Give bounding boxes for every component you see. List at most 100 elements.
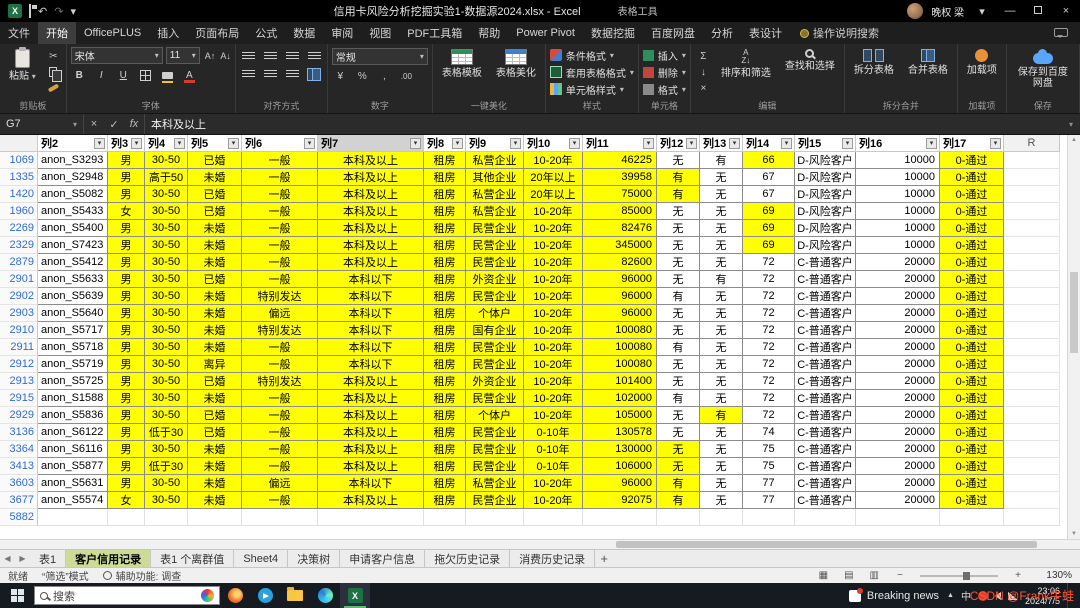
cell[interactable]: 租房 — [424, 322, 466, 339]
tray-expand-icon[interactable]: ▲ — [947, 592, 954, 599]
cell[interactable]: 345000 — [583, 237, 657, 254]
cell[interactable]: 特别发达 — [242, 288, 318, 305]
ribbon-tab-帮助[interactable]: 帮助 — [470, 22, 508, 44]
cell[interactable]: 0-10年 — [524, 458, 583, 475]
cell[interactable]: 30-50 — [145, 254, 188, 271]
underline-icon[interactable]: U — [115, 68, 132, 82]
cell[interactable]: anon_S5639 — [38, 288, 108, 305]
row-number[interactable]: 2269 — [0, 220, 38, 237]
cell[interactable] — [1004, 509, 1060, 526]
cell[interactable]: 本科及以上 — [318, 373, 424, 390]
cell[interactable]: D-风险客户 — [795, 152, 856, 169]
cell[interactable]: 一般 — [242, 169, 318, 186]
cell[interactable]: 20000 — [856, 305, 940, 322]
cell[interactable]: 一般 — [242, 390, 318, 407]
merge-center-icon[interactable] — [306, 67, 323, 81]
enter-icon[interactable]: ✓ — [104, 114, 124, 134]
cell[interactable]: C-普通客户 — [795, 322, 856, 339]
sheet-nav-left-icon[interactable]: ◀ — [0, 550, 15, 567]
cell[interactable]: 0-通过 — [940, 169, 1004, 186]
cell[interactable]: 低于30 — [145, 458, 188, 475]
cell[interactable]: 无 — [700, 237, 743, 254]
cell[interactable]: 10-20年 — [524, 220, 583, 237]
cell[interactable]: 0-通过 — [940, 424, 1004, 441]
cell[interactable]: 10000 — [856, 237, 940, 254]
cell[interactable]: 75 — [743, 441, 795, 458]
cell[interactable]: 无 — [700, 424, 743, 441]
cell[interactable] — [940, 509, 1004, 526]
cell[interactable]: 106000 — [583, 458, 657, 475]
cell[interactable]: 无 — [700, 373, 743, 390]
cell[interactable]: 民营企业 — [466, 424, 524, 441]
cell[interactable]: 有 — [657, 339, 700, 356]
cell[interactable]: 未婚 — [188, 390, 242, 407]
ribbon-tab-开始[interactable]: 开始 — [38, 22, 76, 44]
cell[interactable]: 男 — [108, 152, 145, 169]
split-table-button[interactable]: 拆分表格 — [849, 47, 899, 78]
cell[interactable] — [1004, 458, 1060, 475]
cell[interactable]: 20000 — [856, 475, 940, 492]
cell[interactable]: 72 — [743, 271, 795, 288]
column-header-列9[interactable]: 列9▾ — [466, 135, 524, 152]
cell[interactable]: 30-50 — [145, 441, 188, 458]
cell[interactable]: 无 — [700, 322, 743, 339]
cell[interactable] — [1004, 288, 1060, 305]
cell[interactable]: 其他企业 — [466, 169, 524, 186]
cell[interactable]: 本科及以上 — [318, 441, 424, 458]
sheet-tab-申请客户信息[interactable]: 申请客户信息 — [340, 550, 425, 567]
cell[interactable]: 72 — [743, 254, 795, 271]
cell[interactable]: 租房 — [424, 254, 466, 271]
ribbon-tab-数据挖掘[interactable]: 数据挖掘 — [583, 22, 643, 44]
cell[interactable]: 民营企业 — [466, 492, 524, 509]
cell[interactable]: anon_S5836 — [38, 407, 108, 424]
cell[interactable]: 74 — [743, 424, 795, 441]
cell[interactable]: C-普通客户 — [795, 288, 856, 305]
row-number[interactable]: 3603 — [0, 475, 38, 492]
filter-icon[interactable]: ▾ — [131, 138, 142, 149]
column-header-列12[interactable]: 列12▾ — [657, 135, 700, 152]
cell[interactable]: 男 — [108, 237, 145, 254]
cell[interactable]: 无 — [657, 441, 700, 458]
row-number[interactable]: 2879 — [0, 254, 38, 271]
cell[interactable] — [145, 509, 188, 526]
cell[interactable]: 无 — [657, 373, 700, 390]
cell[interactable]: 69 — [743, 237, 795, 254]
cell[interactable]: 无 — [657, 458, 700, 475]
ribbon-tab-表设计[interactable]: 表设计 — [741, 22, 790, 44]
cell[interactable]: anon_S5717 — [38, 322, 108, 339]
cell[interactable]: 10-20年 — [524, 407, 583, 424]
ribbon-tab-Power Pivot[interactable]: Power Pivot — [508, 22, 583, 44]
cell[interactable]: C-普通客户 — [795, 458, 856, 475]
cell[interactable]: 67 — [743, 169, 795, 186]
formula-input[interactable]: 本科及以上 — [144, 114, 1062, 134]
row-number[interactable]: 1335 — [0, 169, 38, 186]
cell[interactable]: 未婚 — [188, 492, 242, 509]
cell[interactable]: 0-通过 — [940, 356, 1004, 373]
cell[interactable] — [318, 509, 424, 526]
cell[interactable]: 男 — [108, 424, 145, 441]
cell[interactable]: 30-50 — [145, 271, 188, 288]
column-header-列13[interactable]: 列13▾ — [700, 135, 743, 152]
user-name[interactable]: 晚权 梁 — [931, 4, 964, 19]
cell[interactable]: 无 — [700, 441, 743, 458]
cell[interactable]: D-风险客户 — [795, 186, 856, 203]
sheet-tab-客户信用记录[interactable]: 客户信用记录 — [66, 550, 151, 567]
cell[interactable]: 无 — [657, 271, 700, 288]
ribbon-tab-数据[interactable]: 数据 — [285, 22, 323, 44]
cell[interactable]: 72 — [743, 407, 795, 424]
row-number[interactable]: 3364 — [0, 441, 38, 458]
sheet-tab-Sheet4[interactable]: Sheet4 — [234, 550, 288, 567]
cell[interactable]: 男 — [108, 339, 145, 356]
cell[interactable]: 民营企业 — [466, 458, 524, 475]
cell[interactable]: 0-通过 — [940, 203, 1004, 220]
column-header-R[interactable]: R — [1004, 135, 1060, 152]
cell[interactable]: C-普通客户 — [795, 424, 856, 441]
horizontal-scrollbar[interactable] — [0, 539, 1080, 549]
cell[interactable]: 10-20年 — [524, 305, 583, 322]
cell[interactable]: 未婚 — [188, 169, 242, 186]
grid-corner[interactable] — [0, 135, 38, 152]
cell[interactable]: 10000 — [856, 203, 940, 220]
align-top-icon[interactable] — [240, 49, 257, 63]
cell[interactable]: 特别发达 — [242, 373, 318, 390]
save-to-netdisk-button[interactable]: 保存到百度网盘 — [1011, 47, 1075, 91]
